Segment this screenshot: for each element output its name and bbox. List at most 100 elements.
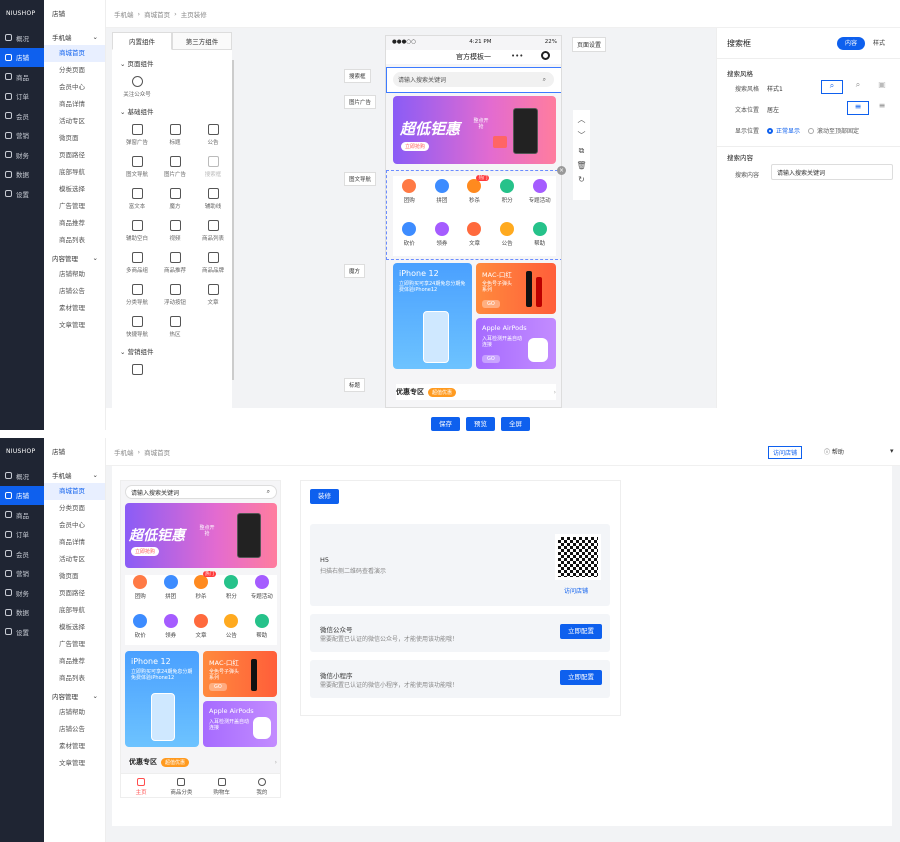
component-10[interactable]: 视频 xyxy=(156,216,194,242)
tab-content[interactable]: 内容 xyxy=(837,37,865,50)
sub-item-8[interactable]: 模板选择 xyxy=(44,181,105,198)
radio-normal[interactable] xyxy=(767,127,774,134)
promo-header-2[interactable]: 优惠专区 超值优惠 › xyxy=(129,757,277,767)
radio-sticky[interactable] xyxy=(808,127,815,134)
nav-icon-item-6[interactable]: 领券 xyxy=(426,221,459,257)
tabbar-item-3[interactable]: 我的 xyxy=(242,774,280,797)
banner-image[interactable]: 超低钜惠 整点开抢 立即抢购 xyxy=(393,96,556,164)
crumb-2[interactable]: 商城首页 xyxy=(144,9,170,19)
nav-item-6[interactable]: 财务 xyxy=(0,145,44,165)
nav-icon-item-4[interactable]: 专题活动 xyxy=(247,575,277,607)
sub-group-content[interactable]: 内容管理 ⌄ xyxy=(44,249,105,266)
nav-item-0[interactable]: 概况 xyxy=(0,28,44,48)
component-0[interactable]: 弹窗广告 xyxy=(118,120,156,146)
component-1[interactable]: 标题 xyxy=(156,120,194,146)
align-left-icon[interactable]: ≡ xyxy=(847,101,869,115)
nav-icon-item-3[interactable]: 积分 xyxy=(216,575,246,607)
tabbar-item-2[interactable]: 购物车 xyxy=(202,774,242,797)
tab-third-party[interactable]: 第三方组件 xyxy=(172,32,232,50)
sub-item-9[interactable]: 广告管理 xyxy=(44,198,105,215)
component-9[interactable]: 辅助空白 xyxy=(118,216,156,242)
nav-icon-item-3[interactable]: 积分 xyxy=(491,179,524,214)
sub-item-7[interactable]: 底部导航 xyxy=(44,602,105,619)
nav-icon-item-4[interactable]: 专题活动 xyxy=(523,179,556,214)
wechat-config-button[interactable]: 立即配置 xyxy=(560,624,602,639)
nav-item-5[interactable]: 营销 xyxy=(0,126,44,146)
tab-style[interactable]: 样式 xyxy=(867,37,891,50)
sub-item-3[interactable]: 商品详情 xyxy=(44,96,105,113)
search-placeholder-input[interactable]: 请输入搜索关键词 xyxy=(771,164,893,180)
crumb2-1[interactable]: 手机端 xyxy=(114,447,134,457)
component-17[interactable]: 文章 xyxy=(194,280,232,306)
nav-item-4[interactable]: 会员 xyxy=(0,106,44,126)
sub-item2-2[interactable]: 素材管理 xyxy=(44,738,105,755)
sub-item-10[interactable]: 商品推荐 xyxy=(44,215,105,232)
move-down-icon[interactable]: ﹀ xyxy=(578,130,586,141)
tag-banner[interactable]: 图片广告 xyxy=(344,95,377,109)
nav-item-8[interactable]: 设置 xyxy=(0,184,44,204)
nav-item-7[interactable]: 数据 xyxy=(0,165,44,185)
card-airpods-2[interactable]: Apple AirPods 入耳检测开盖自动连接 xyxy=(203,701,277,747)
component-2[interactable]: 公告 xyxy=(194,120,232,146)
component-5[interactable]: 搜索框 xyxy=(194,152,232,178)
nav-icon-item-1[interactable]: 拼团 xyxy=(155,575,185,607)
nav-icon-item-8[interactable]: 公告 xyxy=(491,221,524,257)
component-18[interactable]: 快捷导航 xyxy=(118,312,156,338)
card-lipstick[interactable]: MAC-口红 全色号子弹头系列 GO xyxy=(476,263,556,314)
component-11[interactable]: 商品列表 xyxy=(194,216,232,242)
nav-icon-item-0[interactable]: 团购 xyxy=(393,179,426,214)
sub-item-1[interactable]: 分类页面 xyxy=(44,500,105,517)
nav-item-6[interactable]: 财务 xyxy=(0,583,44,603)
tag-nav[interactable]: 图文导航 xyxy=(344,172,377,186)
tabbar-item-0[interactable]: 主页 xyxy=(121,774,161,797)
nav-icon-item-5[interactable]: 砍价 xyxy=(125,613,155,646)
nav-item-2[interactable]: 商品 xyxy=(0,67,44,87)
sub-item-3[interactable]: 商品详情 xyxy=(44,534,105,551)
tab-builtin[interactable]: 内置组件 xyxy=(112,32,172,50)
sub-item-0[interactable]: 商城首页 xyxy=(44,45,105,62)
component-13[interactable]: 商品推荐 xyxy=(156,248,194,274)
component-8[interactable]: 辅助线 xyxy=(194,184,232,210)
nav-icon-item-1[interactable]: 拼团 xyxy=(426,179,459,214)
visit-store-button[interactable]: 访问店铺 xyxy=(768,446,803,459)
preview-button[interactable]: 预览 xyxy=(466,417,495,431)
nav-item-8[interactable]: 设置 xyxy=(0,622,44,642)
sub-item2-0[interactable]: 店铺帮助 xyxy=(44,266,105,283)
nav-item-1[interactable]: 店铺 xyxy=(0,485,44,505)
sub-item-5[interactable]: 微页面 xyxy=(44,568,105,585)
group-page-components[interactable]: ⌄ 页面组件 xyxy=(112,50,232,72)
tag-cube[interactable]: 魔方 xyxy=(344,264,366,278)
sub-group-content[interactable]: 内容管理 ⌄ xyxy=(44,687,105,704)
sub-item-11[interactable]: 商品列表 xyxy=(44,232,105,249)
component-4[interactable]: 图片广告 xyxy=(156,152,194,178)
sub-item2-0[interactable]: 店铺帮助 xyxy=(44,704,105,721)
sub-item2-1[interactable]: 店铺公告 xyxy=(44,721,105,738)
sub-item-4[interactable]: 活动专区 xyxy=(44,113,105,130)
card-iphone[interactable]: iPhone 12 立即购买可享24期免息分期免费体验iPhone12 xyxy=(393,263,472,369)
sub-group-mobile[interactable]: 手机端 ⌄ xyxy=(44,466,105,483)
help-link[interactable]: ⓘ 帮助 xyxy=(824,447,844,456)
style-option-1-icon[interactable]: ⌕ xyxy=(821,80,843,94)
sub-group-mobile[interactable]: 手机端 ⌄ xyxy=(44,28,105,45)
sub-item-8[interactable]: 模板选择 xyxy=(44,619,105,636)
style-option-3-icon[interactable]: ▣ xyxy=(871,80,893,94)
save-button[interactable]: 保存 xyxy=(431,417,460,431)
group-basic-components[interactable]: ⌄ 基础组件 xyxy=(112,98,232,120)
sub-item-0[interactable]: 商城首页 xyxy=(44,483,105,500)
nav-icon-item-8[interactable]: 公告 xyxy=(216,613,246,646)
sub-item-9[interactable]: 广告管理 xyxy=(44,636,105,653)
component-14[interactable]: 商品品牌 xyxy=(194,248,232,274)
component-15[interactable]: 分类导航 xyxy=(118,280,156,306)
card-lipstick-go[interactable]: GO xyxy=(482,300,500,308)
card-airpods-go[interactable]: GO xyxy=(482,355,500,363)
sub-item2-2[interactable]: 素材管理 xyxy=(44,300,105,317)
sub-item-6[interactable]: 页面路径 xyxy=(44,585,105,602)
crumb-1[interactable]: 手机端 xyxy=(114,9,134,19)
nav-icon-item-9[interactable]: 帮助 xyxy=(523,221,556,257)
banner-image-2[interactable]: 超低钜惠 整点开抢 立即抢购 xyxy=(125,503,277,568)
sub-item-2[interactable]: 会员中心 xyxy=(44,79,105,96)
nav-item-4[interactable]: 会员 xyxy=(0,544,44,564)
page-settings-button[interactable]: 页面设置 xyxy=(572,37,607,52)
sub-item-4[interactable]: 活动专区 xyxy=(44,551,105,568)
remove-component-icon[interactable]: × xyxy=(557,166,566,175)
